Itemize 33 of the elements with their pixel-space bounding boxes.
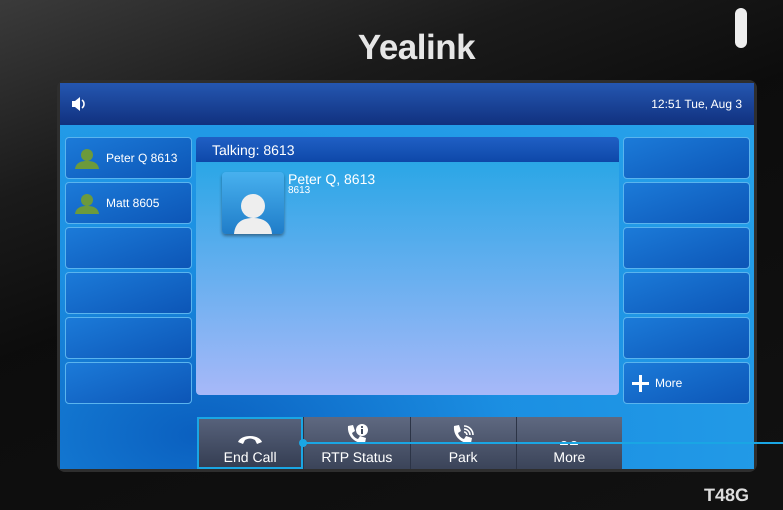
button-strip [735,8,747,48]
more-key[interactable]: More [623,362,750,404]
empty-key[interactable] [623,182,750,224]
more-label: More [655,376,682,390]
empty-key[interactable] [65,227,192,269]
softkey[interactable]: End Call [197,417,304,469]
plus-icon [632,374,649,392]
contact-label: Peter Q 8613 [106,151,178,165]
caller-name: Peter Q, 8613 [288,172,376,186]
contact-label: Matt 8605 [106,196,160,210]
contact-key[interactable]: Peter Q 8613 [65,137,192,179]
empty-key[interactable] [623,227,750,269]
brand-logo: Yealink [358,28,476,68]
caller-number: 8613 [288,186,312,196]
speaker-icon [72,97,85,111]
model-label: T48G [704,485,749,506]
empty-key[interactable] [65,317,192,359]
empty-key[interactable] [65,362,192,404]
contact-key[interactable]: Matt 8605 [65,182,192,224]
softkey[interactable]: RTP Status [303,417,410,469]
empty-key[interactable] [623,137,750,179]
contact-icon [74,148,100,168]
empty-key[interactable] [623,272,750,314]
clock: 12:51 Tue, Aug 3 [651,97,742,111]
empty-key[interactable] [65,272,192,314]
empty-key[interactable] [623,317,750,359]
person-icon [233,192,273,234]
softkey[interactable]: More [516,417,622,469]
call-title-bar: Talking: 8613 [196,137,619,162]
contact-icon [74,192,100,214]
softkey[interactable]: Park [410,417,516,469]
phone-signal-icon [451,424,476,445]
dots-icon [560,440,578,445]
